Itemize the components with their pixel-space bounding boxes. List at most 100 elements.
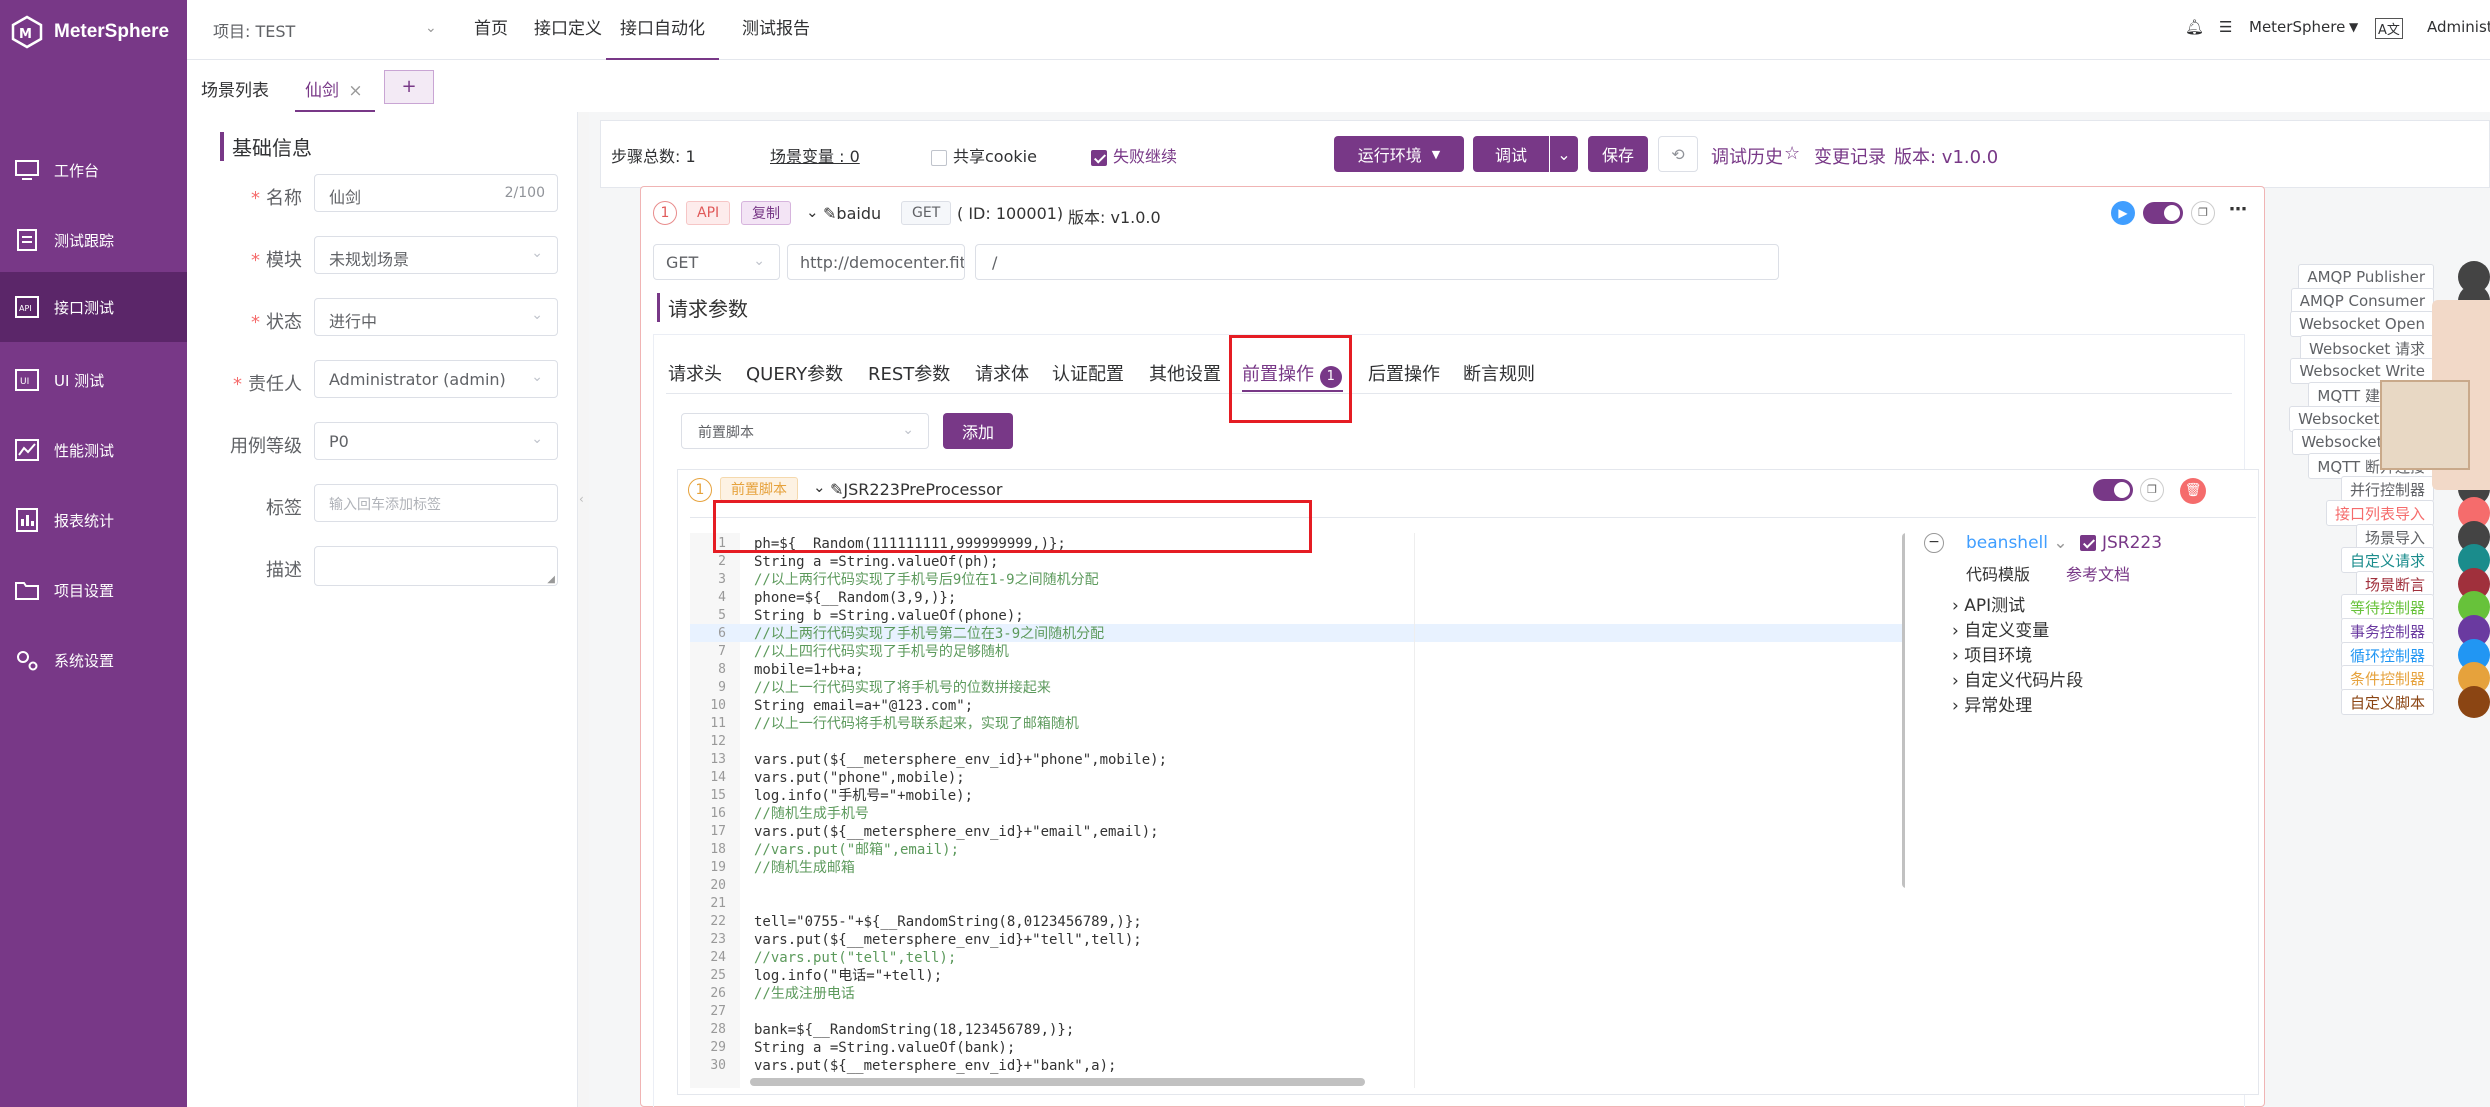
- name-input[interactable]: 仙剑 2/100: [314, 174, 558, 212]
- caret-down-icon[interactable]: ▼: [2349, 20, 2358, 34]
- pre-script-select[interactable]: 前置脚本 ⌄: [681, 413, 929, 449]
- code-line[interactable]: 26 //生成注册电话: [690, 985, 1880, 1003]
- scenario-variables-link[interactable]: 场景变量 : 0: [770, 143, 860, 167]
- tab-auth[interactable]: 认证配置: [1052, 360, 1124, 386]
- horizontal-scrollbar[interactable]: [750, 1078, 1365, 1086]
- tab-post-operations[interactable]: 后置操作: [1368, 360, 1440, 386]
- jsr223-checkbox[interactable]: JSR223: [2080, 533, 2162, 553]
- nav-test-report[interactable]: 测试报告: [742, 0, 810, 60]
- code-editor[interactable]: 1 ph=${__Random(111111111,999999999,)}; 2 S…: [690, 533, 1905, 1088]
- code-line[interactable]: 14 vars.put("phone",mobile);: [690, 769, 1880, 787]
- chevron-down-icon[interactable]: ⌄: [425, 20, 437, 36]
- nav-home[interactable]: 首页: [474, 0, 508, 60]
- panel-divider[interactable]: ‹: [577, 112, 589, 1107]
- run-icon[interactable]: ▶: [2111, 201, 2135, 225]
- tab-body[interactable]: 请求体: [975, 360, 1029, 386]
- tab-query-params[interactable]: QUERY参数: [746, 360, 843, 386]
- beanshell-select[interactable]: beanshell ⌄: [1966, 533, 2068, 553]
- code-line[interactable]: 28 bank=${__RandomString(18,123456789,)};: [690, 1021, 1880, 1039]
- owner-select[interactable]: Administrator (admin) ⌄: [314, 360, 558, 398]
- sidebar-item-workbench[interactable]: 工作台: [0, 135, 187, 205]
- code-line[interactable]: 16 //随机生成手机号: [690, 805, 1880, 823]
- palette-item[interactable]: 事务控制器: [2340, 618, 2434, 644]
- code-line[interactable]: 27: [690, 1003, 1880, 1021]
- expand-chevron-icon[interactable]: ⌄: [813, 478, 826, 496]
- add-button[interactable]: 添加: [943, 413, 1013, 449]
- sidebar-item-api-test[interactable]: API 接口测试: [0, 272, 187, 342]
- code-line[interactable]: 4 phone=${__Random(3,9,)};: [690, 589, 1880, 607]
- run-env-button[interactable]: 运行环境 ▼: [1334, 136, 1464, 172]
- nav-api-automation[interactable]: 接口自动化: [606, 0, 719, 60]
- language-icon[interactable]: A文: [2375, 18, 2403, 39]
- close-icon[interactable]: ×: [348, 81, 362, 101]
- nav-api-definition[interactable]: 接口定义: [534, 0, 602, 60]
- tab-current-scene[interactable]: 仙剑 ×: [295, 60, 375, 112]
- code-line[interactable]: 23 vars.put(${__metersphere_env_id}+"tell…: [690, 931, 1880, 949]
- palette-item[interactable]: 等待控制器: [2340, 594, 2434, 620]
- module-select[interactable]: 未规划场景 ⌄: [314, 236, 558, 274]
- tab-other-settings[interactable]: 其他设置: [1149, 360, 1221, 386]
- code-line[interactable]: 3 //以上两行代码实现了手机号后9位在1-9之间随机分配: [690, 571, 1880, 589]
- user-menu[interactable]: Administrator: [2427, 18, 2490, 36]
- tree-node[interactable]: › 异常处理: [1952, 694, 2083, 719]
- copy-icon[interactable]: ❐: [2140, 478, 2164, 502]
- collapse-icon[interactable]: −: [1924, 533, 1944, 553]
- sidebar-item-performance[interactable]: 性能测试: [0, 415, 187, 485]
- continue-on-fail-checkbox[interactable]: 失败继续: [1091, 143, 1177, 167]
- list-icon[interactable]: ☰: [2219, 18, 2232, 36]
- request-method-select[interactable]: GET ⌄: [653, 244, 780, 280]
- sidebar-item-test-track[interactable]: 测试跟踪: [0, 205, 187, 275]
- code-line[interactable]: 24 //vars.put("tell",tell);: [690, 949, 1880, 967]
- expand-chevron-icon[interactable]: ⌄: [806, 203, 819, 221]
- tab-headers[interactable]: 请求头: [668, 360, 722, 386]
- pre-enable-toggle[interactable]: [2093, 479, 2133, 501]
- code-line[interactable]: 8 mobile=1+b+a;: [690, 661, 1880, 679]
- code-line[interactable]: 12: [690, 733, 1880, 751]
- palette-item[interactable]: 条件控制器: [2340, 665, 2434, 691]
- code-line[interactable]: 19 //随机生成邮箱: [690, 859, 1880, 877]
- tab-scene-list[interactable]: 场景列表: [201, 76, 269, 101]
- enable-toggle[interactable]: [2143, 202, 2183, 224]
- code-line[interactable]: 22 tell="0755-"+${__RandomString(8,012345…: [690, 913, 1880, 931]
- code-line[interactable]: 10 String email=a+"@123.com";: [690, 697, 1880, 715]
- code-line[interactable]: 21: [690, 895, 1880, 913]
- sidebar-item-ui-test[interactable]: UI UI 测试: [0, 345, 187, 415]
- change-record-link[interactable]: 变更记录: [1814, 143, 1886, 169]
- code-line[interactable]: 17 vars.put(${__metersphere_env_id}+"emai…: [690, 823, 1880, 841]
- sidebar-item-report[interactable]: 报表统计: [0, 485, 187, 555]
- level-select[interactable]: P0 ⌄: [314, 422, 558, 460]
- palette-item[interactable]: Websocket Open: [2289, 311, 2434, 337]
- brand-logo[interactable]: M MeterSphere: [10, 14, 169, 50]
- palette-icon[interactable]: [2458, 686, 2490, 718]
- edit-name[interactable]: ✎baidu: [823, 204, 881, 223]
- copy-button[interactable]: 复制: [741, 201, 791, 225]
- status-select[interactable]: 进行中 ⌄: [314, 298, 558, 336]
- code-line[interactable]: 13 vars.put(${__metersphere_env_id}+"phon…: [690, 751, 1880, 769]
- desc-textarea[interactable]: ◢: [314, 546, 558, 586]
- tree-node[interactable]: › 自定义变量: [1952, 619, 2083, 644]
- copy-icon[interactable]: ❐: [2191, 201, 2215, 225]
- debug-dropdown-button[interactable]: ⌄: [1550, 136, 1578, 172]
- url-input[interactable]: http://democenter.fit2: [787, 244, 965, 280]
- add-tab-button[interactable]: +: [384, 70, 434, 104]
- code-line[interactable]: 5 String b =String.valueOf(phone);: [690, 607, 1880, 625]
- workspace-selector[interactable]: MeterSphere: [2249, 18, 2345, 36]
- tree-node[interactable]: › API测试: [1952, 594, 2083, 619]
- tree-node[interactable]: › 自定义代码片段: [1952, 669, 2083, 694]
- code-line[interactable]: 25 log.info("电话="+tell);: [690, 967, 1880, 985]
- delete-icon[interactable]: 🗑︎: [2180, 478, 2206, 504]
- debug-history-link[interactable]: 调试历史: [1711, 143, 1783, 169]
- path-input[interactable]: /: [975, 244, 1779, 280]
- palette-item[interactable]: AMQP Publisher: [2298, 264, 2434, 290]
- code-line[interactable]: 15 log.info("手机号="+mobile);: [690, 787, 1880, 805]
- more-icon[interactable]: ⋯: [2229, 199, 2247, 220]
- reference-doc-link[interactable]: 参考文档: [2066, 561, 2130, 585]
- tab-assertions[interactable]: 断言规则: [1463, 360, 1535, 386]
- bell-icon[interactable]: 🔔︎: [2185, 18, 2204, 36]
- refresh-button[interactable]: ⟲: [1658, 136, 1698, 172]
- palette-item[interactable]: 并行控制器: [2340, 476, 2434, 502]
- code-line[interactable]: 9 //以上一行代码实现了将手机号的位数拼接起来: [690, 679, 1880, 697]
- sidebar-item-project-settings[interactable]: 项目设置: [0, 555, 187, 625]
- save-button[interactable]: 保存: [1588, 136, 1648, 172]
- code-line[interactable]: 11 //以上一行代码将手机号联系起来，实现了邮箱随机: [690, 715, 1880, 733]
